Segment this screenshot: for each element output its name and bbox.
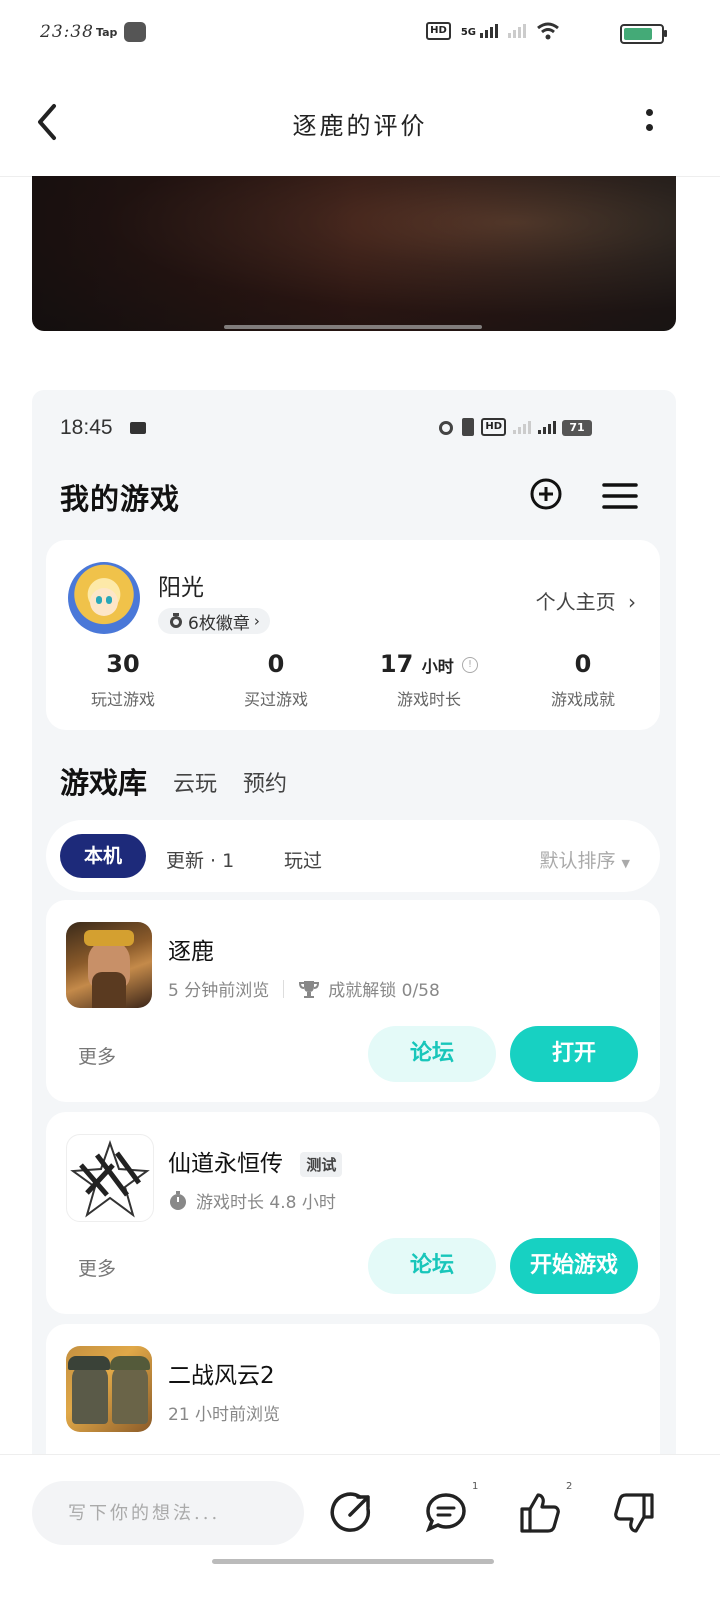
stopwatch-icon (170, 1190, 186, 1210)
review-screenshot[interactable]: 18:45 HD 71 我的游戏 阳光 6枚徽章 › 个人主页 › 30 玩过游… (32, 390, 676, 1470)
more-link[interactable]: 更多 (78, 1042, 116, 1069)
embedded-status-icons: HD (437, 418, 556, 436)
trophy-icon (299, 980, 320, 998)
stat-value: 0 (574, 650, 592, 678)
profile-card: 阳光 6枚徽章 › 个人主页 › 30 玩过游戏 0 买过游戏 17 小时 ! … (46, 540, 660, 730)
stat-played[interactable]: 30 玩过游戏 (48, 650, 198, 710)
signal-4g-icon (538, 420, 556, 434)
tap-app-label: Tap (96, 26, 118, 39)
test-tag: 测试 (300, 1152, 343, 1177)
more-options-icon[interactable] (646, 106, 656, 136)
badges-chip[interactable]: 6枚徽章 › (158, 608, 270, 634)
stat-value: 30 (106, 650, 140, 678)
signal-icon-embedded (513, 420, 531, 434)
comment-icon[interactable] (424, 1491, 468, 1535)
image-scroll-indicator (224, 325, 482, 329)
more-link[interactable]: 更多 (78, 1254, 116, 1281)
avatar[interactable] (68, 562, 140, 634)
status-time: 23:38 (40, 22, 94, 42)
start-game-button[interactable]: 开始游戏 (510, 1238, 638, 1294)
stat-value: 0 (267, 650, 285, 678)
alarm-icon (439, 421, 454, 435)
top-nav: 逐鹿的评价 (0, 72, 720, 177)
game-name: 仙道永恒传 测试 (168, 1144, 343, 1178)
page-title: 逐鹿的评价 (292, 112, 428, 140)
game-name: 逐鹿 (168, 939, 214, 965)
stat-bought[interactable]: 0 买过游戏 (201, 650, 351, 710)
comment-input[interactable] (32, 1481, 304, 1545)
forum-button[interactable]: 论坛 (368, 1026, 496, 1082)
game-title: 仙道永恒传 (168, 1151, 283, 1177)
achievement-progress: 成就解锁 0/58 (328, 981, 440, 1001)
stat-playtime[interactable]: 17 小时 ! 游戏时长 (354, 650, 504, 710)
game-meta: 游戏时长 4.8 小时 (168, 1188, 336, 1213)
review-image[interactable] (32, 176, 676, 331)
play-time: 游戏时长 4.8 小时 (196, 1193, 336, 1213)
like-icon[interactable] (518, 1491, 562, 1535)
game-card-ww2[interactable]: 二战风云2 21 小时前浏览 (46, 1324, 660, 1470)
open-game-button[interactable]: 打开 (510, 1026, 638, 1082)
sort-dropdown[interactable]: 默认排序 ▼ (539, 846, 630, 873)
filter-bar: 本机 更新 · 1 玩过 默认排序 ▼ (46, 820, 660, 892)
bottom-action-bar: 1 2 (0, 1454, 720, 1601)
comment-count: 1 (472, 1481, 479, 1492)
homepage-link[interactable]: 个人主页 › (536, 586, 636, 615)
game-icon-xiandao[interactable] (66, 1134, 154, 1222)
hd-icon: HD (426, 22, 451, 40)
forum-button[interactable]: 论坛 (368, 1238, 496, 1294)
last-viewed: 5 分钟前浏览 (168, 981, 270, 1001)
game-icon-zhulu[interactable] (66, 922, 152, 1008)
dropdown-arrow-icon: ▼ (621, 857, 630, 870)
menu-icon[interactable] (602, 482, 638, 510)
chevron-right-icon: › (253, 612, 260, 630)
signal-icon: 5G (461, 24, 498, 38)
app-notification-icon (124, 22, 146, 42)
embedded-status-time: 18:45 (60, 416, 113, 439)
like-count: 2 (566, 1481, 573, 1492)
network-type: 5G (460, 27, 476, 38)
game-card-xiandao[interactable]: 仙道永恒传 测试 游戏时长 4.8 小时 更多 论坛 开始游戏 (46, 1112, 660, 1314)
stat-achievements[interactable]: 0 游戏成就 (508, 650, 658, 710)
info-icon[interactable]: ! (462, 657, 479, 673)
stat-label: 玩过游戏 (90, 690, 155, 709)
chevron-right-icon: › (628, 590, 636, 614)
tab-library[interactable]: 游戏库 (60, 760, 148, 804)
add-icon[interactable] (530, 478, 562, 510)
vibrate-icon (462, 418, 475, 436)
last-viewed: 21 小时前浏览 (168, 1405, 281, 1425)
wifi-icon (537, 22, 559, 40)
hd-icon-embedded: HD (481, 418, 506, 436)
signal-2-icon (508, 24, 526, 38)
filter-local[interactable]: 本机 (60, 834, 146, 878)
badges-count: 6枚徽章 (188, 613, 250, 634)
game-name: 二战风云2 (168, 1363, 275, 1389)
filter-update[interactable]: 更新 · 1 (166, 846, 234, 873)
stat-label: 买过游戏 (243, 690, 308, 709)
game-meta: 5 分钟前浏览 成就解锁 0/58 (168, 976, 440, 1001)
homepage-label: 个人主页 (535, 590, 616, 614)
game-meta: 21 小时前浏览 (168, 1400, 280, 1425)
filter-played[interactable]: 玩过 (284, 846, 322, 873)
profile-name: 阳光 (158, 575, 204, 601)
embedded-battery: 71 (562, 420, 592, 436)
stat-unit: 小时 (421, 657, 454, 676)
tab-cloud-play[interactable]: 云玩 (173, 766, 217, 802)
dislike-icon[interactable] (612, 1491, 656, 1535)
stat-label: 游戏时长 (396, 690, 461, 709)
tab-reservation[interactable]: 预约 (243, 766, 287, 802)
status-icons: HD 5G (426, 22, 560, 40)
my-games-title: 我的游戏 (60, 482, 181, 516)
message-icon (130, 422, 146, 434)
library-tabs: 游戏库 云玩 预约 (60, 760, 287, 804)
game-icon-ww2[interactable] (66, 1346, 152, 1432)
home-indicator[interactable] (212, 1559, 494, 1564)
stat-value: 17 (379, 650, 414, 678)
game-card-zhulu[interactable]: 逐鹿 5 分钟前浏览 成就解锁 0/58 更多 论坛 打开 (46, 900, 660, 1102)
battery-icon (620, 24, 667, 44)
medal-icon (170, 613, 182, 628)
sort-label: 默认排序 (539, 850, 616, 872)
stat-label: 游戏成就 (550, 690, 615, 709)
divider (283, 979, 285, 998)
share-icon[interactable] (330, 1491, 374, 1535)
